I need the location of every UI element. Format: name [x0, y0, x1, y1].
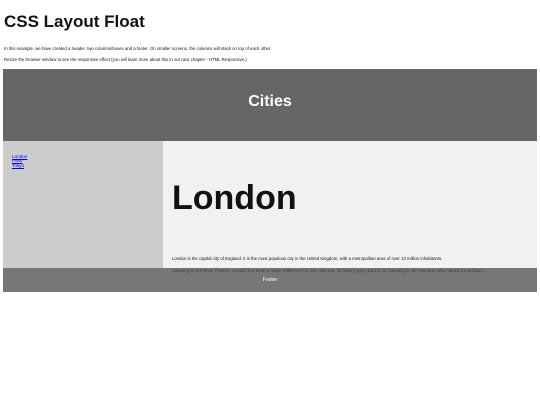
nav-sidebar: London Paris Tokyo — [3, 141, 163, 268]
article-paragraph-2: Standing on the River Thames, London has… — [172, 268, 486, 273]
header-section: Cities — [3, 69, 537, 141]
article-title: London — [172, 179, 297, 217]
article-section: London London is the capital city of Eng… — [163, 141, 537, 273]
header-title: Cities — [248, 93, 292, 110]
article-paragraph-1: London is the capital city of England. I… — [172, 256, 443, 261]
nav-link-tokyo[interactable]: Tokyo — [12, 163, 24, 168]
page-title: CSS Layout Float — [4, 12, 145, 31]
intro-paragraph: In this example, we have created a heade… — [4, 46, 272, 51]
nav-list: London Paris Tokyo — [12, 154, 27, 168]
footer-text: Footer — [262, 277, 278, 283]
intro-paragraph-resize: Resize the browser window to see the res… — [4, 57, 247, 62]
nav-item-tokyo: Tokyo — [12, 163, 27, 168]
